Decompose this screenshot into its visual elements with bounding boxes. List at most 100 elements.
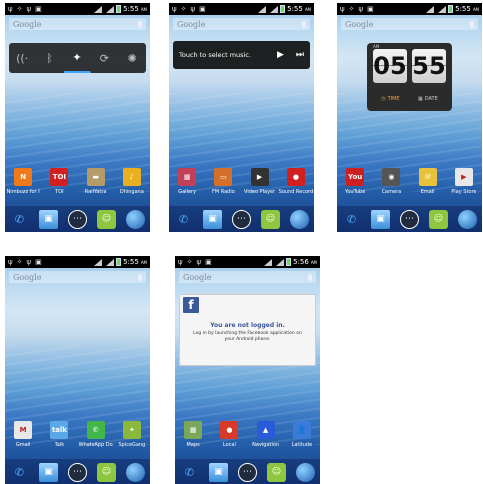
app-label: Sound Record [278, 189, 314, 195]
phone-screen-music-widget: ψ ✧ ψ ▣ 5:55 AM Google Touch to select musi… [169, 3, 314, 232]
app-shortcut-play-store[interactable]: ▶ Play Store [447, 168, 481, 200]
wifi-toggle-icon[interactable]: ((· [9, 43, 37, 73]
music-widget[interactable]: Touch to select music. ▶ ⏭ [173, 41, 310, 69]
status-bar: ψ ✧ ψ ▣ 5:56 AM [175, 256, 320, 268]
usb-debug-icon: ψ [196, 258, 202, 266]
app-label: TOI [55, 189, 64, 195]
app-shortcut-spicegang[interactable]: ✦ SpiceGang [115, 421, 149, 453]
app-shortcut-maps[interactable]: ▦ Maps [176, 421, 210, 453]
date-button[interactable]: ▦ DATE [418, 96, 438, 102]
app-shortcut-gmail[interactable]: M Gmail [6, 421, 40, 453]
app-shortcut-sound-record[interactable]: ● Sound Record [279, 168, 313, 200]
facebook-icon: f [183, 297, 199, 313]
app-row: ▦ Gallery ▭ FM Radio ▶ Video Player ● Sound Rec… [169, 168, 314, 200]
contacts-icon[interactable]: ▣ [209, 462, 228, 482]
usb-icon: ψ [340, 5, 345, 13]
app-shortcut-fm-radio[interactable]: ▭ FM Radio [206, 168, 240, 200]
google-search-bar[interactable]: Google [341, 18, 478, 30]
app-drawer-icon[interactable]: ⋯ [232, 209, 251, 229]
mic-icon[interactable] [470, 20, 474, 28]
app-icon: ▬ [86, 168, 105, 186]
google-logo: Google [177, 19, 206, 29]
app-row: You YouTube ◉ Camera ✉ Email ▶ Play Store [337, 168, 482, 200]
messaging-icon[interactable]: ☺ [97, 462, 116, 482]
app-drawer-icon[interactable]: ⋯ [68, 209, 87, 229]
status-ampm: AM [140, 6, 147, 12]
google-search-bar[interactable]: Google [9, 271, 146, 283]
phone-icon[interactable]: ✆ [10, 210, 29, 229]
app-drawer-icon[interactable]: ⋯ [238, 462, 257, 482]
mic-icon[interactable] [138, 273, 142, 281]
app-label: Maps [186, 442, 200, 448]
app-icon: N [14, 168, 33, 186]
app-label: Gallery [178, 189, 197, 195]
phone-icon[interactable]: ✆ [174, 210, 193, 229]
signal-icon [104, 258, 115, 266]
signal-icon [274, 258, 285, 266]
app-icon: M [14, 421, 33, 439]
usb-icon: ψ [178, 258, 183, 266]
messaging-icon[interactable]: ☺ [267, 462, 286, 482]
music-prompt[interactable]: Touch to select music. [179, 51, 251, 59]
time-button[interactable]: ◷ TIME [381, 96, 399, 102]
app-shortcut-gallery[interactable]: ▦ Gallery [170, 168, 204, 200]
signal-icon [268, 5, 279, 13]
next-track-icon[interactable]: ⏭ [296, 50, 304, 60]
app-shortcut-toi[interactable]: TOI TOI [42, 168, 76, 200]
google-search-bar[interactable]: Google [9, 18, 146, 30]
flip-clock-widget[interactable]: AM 05 55 ◷ TIME ▦ DATE [367, 43, 452, 111]
app-shortcut-nimbuzz-for-i[interactable]: N Nimbuzz for I [6, 168, 40, 200]
phone-icon[interactable]: ✆ [342, 210, 361, 229]
app-label: Dhingana [119, 189, 144, 195]
phone-icon[interactable]: ✆ [180, 463, 199, 482]
signal-icon [92, 5, 103, 13]
google-search-bar[interactable]: Google [173, 18, 310, 30]
mic-icon[interactable] [138, 20, 142, 28]
app-shortcut-railyatra[interactable]: ▬ RailYatra [79, 168, 113, 200]
app-shortcut-whatsapp-do[interactable]: ✆ WhatsApp Do [79, 421, 113, 453]
app-drawer-icon[interactable]: ⋯ [68, 462, 87, 482]
app-label: YouTube [344, 189, 366, 195]
browser-icon[interactable] [126, 462, 145, 482]
mic-icon[interactable] [302, 20, 306, 28]
app-shortcut-email[interactable]: ✉ Email [411, 168, 445, 200]
app-icon: ▲ [256, 421, 275, 439]
browser-icon[interactable] [458, 209, 477, 229]
app-shortcut-local[interactable]: ● Local [212, 421, 246, 453]
contacts-icon[interactable]: ▣ [203, 209, 222, 229]
browser-icon[interactable] [296, 462, 315, 482]
browser-icon[interactable] [290, 209, 309, 229]
status-time: 5:55 [123, 258, 139, 266]
notification-icon: ▣ [35, 258, 42, 266]
app-shortcut-dhingana[interactable]: ♪ Dhingana [115, 168, 149, 200]
messaging-icon[interactable]: ☺ [97, 209, 116, 229]
contacts-icon[interactable]: ▣ [371, 209, 390, 229]
status-ampm: AM [304, 6, 311, 12]
facebook-widget[interactable]: f You are not logged in. Log in by launc… [179, 294, 316, 366]
google-search-bar[interactable]: Google [179, 271, 316, 283]
browser-icon[interactable] [126, 209, 145, 229]
bluetooth-toggle-icon[interactable]: ᛒ [37, 43, 64, 73]
app-drawer-icon[interactable]: ⋯ [400, 209, 419, 229]
app-icon: ● [220, 421, 239, 439]
app-shortcut-navigation[interactable]: ▲ Navigation [249, 421, 283, 453]
app-shortcut-talk[interactable]: talk Talk [42, 421, 76, 453]
messaging-icon[interactable]: ☺ [429, 209, 448, 229]
mic-icon[interactable] [308, 273, 312, 281]
contacts-icon[interactable]: ▣ [39, 209, 58, 229]
messaging-icon[interactable]: ☺ [261, 209, 280, 229]
dock: ✆ ▣ ⋯ ☺ [5, 459, 150, 484]
sync-toggle-icon[interactable]: ⟳ [91, 43, 119, 73]
app-shortcut-youtube[interactable]: You YouTube [338, 168, 372, 200]
app-label: RailYatra [84, 189, 107, 195]
app-icon: ♪ [122, 168, 141, 186]
contacts-icon[interactable]: ▣ [39, 462, 58, 482]
play-icon[interactable]: ▶ [277, 50, 284, 60]
battery-icon [280, 5, 286, 13]
brightness-toggle-icon[interactable]: ✺ [119, 43, 146, 73]
app-shortcut-video-player[interactable]: ▶ Video Player [243, 168, 277, 200]
gps-toggle-icon[interactable]: ✦ [63, 43, 91, 73]
phone-icon[interactable]: ✆ [10, 463, 29, 482]
app-shortcut-latitude[interactable]: 👤 Latitude [285, 421, 319, 453]
app-shortcut-camera[interactable]: ◉ Camera [374, 168, 408, 200]
